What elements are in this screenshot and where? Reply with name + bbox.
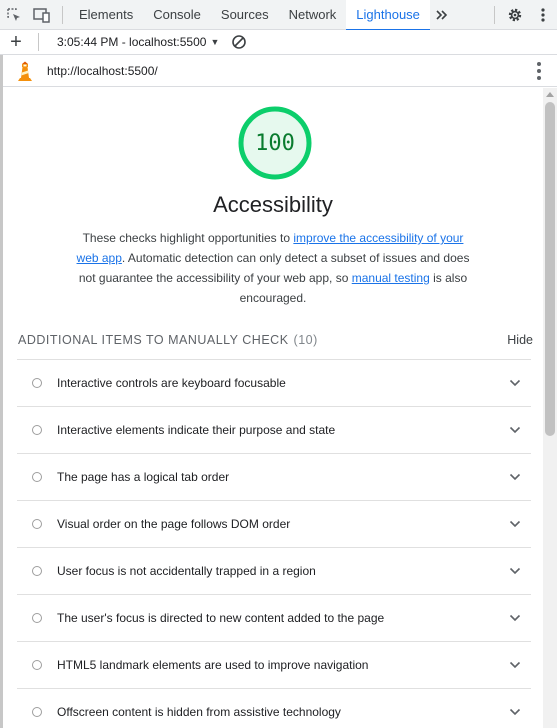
tab-console[interactable]: Console: [143, 0, 211, 30]
manual-check-icon: [32, 425, 42, 435]
chevron-down-icon[interactable]: [509, 473, 521, 481]
toolbar-separator: [494, 5, 495, 24]
settings-icon[interactable]: [501, 0, 529, 30]
report-url: http://localhost:5500/: [47, 63, 158, 78]
hide-button[interactable]: Hide: [507, 333, 533, 347]
manual-checks-group-header[interactable]: ADDITIONAL ITEMS TO MANUALLY CHECK (10) …: [18, 328, 533, 352]
audit-title: HTML5 landmark elements are used to impr…: [57, 658, 369, 672]
scrollbar-thumb[interactable]: [545, 102, 555, 436]
caret-down-icon: ▼: [210, 37, 220, 47]
scroll-up-arrow-icon[interactable]: [546, 92, 554, 97]
audit-row[interactable]: The user's focus is directed to new cont…: [17, 594, 531, 641]
manual-check-icon: [32, 472, 42, 482]
manual-check-icon: [32, 613, 42, 623]
manual-check-icon: [32, 707, 42, 717]
tab-elements[interactable]: Elements: [69, 0, 143, 30]
chevron-down-icon[interactable]: [509, 426, 521, 434]
audit-row[interactable]: Visual order on the page follows DOM ord…: [17, 500, 531, 547]
audit-title: The page has a logical tab order: [57, 470, 230, 484]
more-tabs-icon[interactable]: [430, 0, 454, 30]
audit-title: The user's focus is directed to new cont…: [57, 611, 385, 625]
audit-title: Offscreen content is hidden from assisti…: [57, 705, 341, 719]
manual-check-icon: [32, 519, 42, 529]
manual-check-icon: [32, 378, 42, 388]
manual-check-icon: [32, 660, 42, 670]
group-count: (10): [293, 333, 318, 347]
tab-network[interactable]: Network: [279, 0, 347, 30]
audit-title: User focus is not accidentally trapped i…: [57, 564, 316, 578]
description-text: These checks highlight opportunities to: [82, 231, 294, 245]
audit-list: Interactive controls are keyboard focusa…: [17, 359, 531, 728]
chevron-down-icon[interactable]: [509, 520, 521, 528]
device-toggle-icon[interactable]: [28, 0, 56, 30]
report-selector-label: 3:05:44 PM - localhost:5500: [57, 35, 207, 49]
tab-sources[interactable]: Sources: [211, 0, 279, 30]
audit-title: Interactive controls are keyboard focusa…: [57, 376, 286, 390]
new-report-icon[interactable]: +: [0, 31, 32, 53]
audit-row[interactable]: The page has a logical tab order: [17, 453, 531, 500]
kebab-menu-icon[interactable]: [529, 0, 557, 30]
chevron-down-icon[interactable]: [509, 567, 521, 575]
audit-row[interactable]: User focus is not accidentally trapped i…: [17, 547, 531, 594]
report-selector[interactable]: 3:05:44 PM - localhost:5500 ▼: [45, 35, 219, 49]
audit-row[interactable]: Offscreen content is hidden from assisti…: [17, 688, 531, 728]
scrollbar[interactable]: [543, 88, 557, 728]
manual-testing-link[interactable]: manual testing: [352, 271, 430, 285]
tab-lighthouse[interactable]: Lighthouse: [346, 0, 430, 31]
clear-all-icon[interactable]: [231, 34, 247, 50]
report-url-bar: http://localhost:5500/: [3, 55, 557, 87]
report-menu-icon[interactable]: [537, 61, 541, 80]
inspect-icon[interactable]: [0, 0, 28, 30]
lighthouse-report: 100 Accessibility These checks highlight…: [3, 88, 543, 728]
toolbar-separator: [38, 33, 39, 51]
score-value: 100: [255, 130, 295, 156]
devtools-tabbar: Elements Console Sources Network Lightho…: [0, 0, 557, 31]
audit-row[interactable]: HTML5 landmark elements are used to impr…: [17, 641, 531, 688]
category-title: Accessibility: [213, 192, 333, 217]
audit-title: Interactive elements indicate their purp…: [57, 423, 336, 437]
audit-row[interactable]: Interactive controls are keyboard focusa…: [17, 359, 531, 406]
tab-separator: [62, 5, 63, 24]
group-title: ADDITIONAL ITEMS TO MANUALLY CHECK: [18, 333, 289, 347]
chevron-down-icon[interactable]: [509, 379, 521, 387]
audit-row[interactable]: Interactive elements indicate their purp…: [17, 406, 531, 453]
audit-title: Visual order on the page follows DOM ord…: [57, 517, 291, 531]
lighthouse-toolbar: + 3:05:44 PM - localhost:5500 ▼: [0, 30, 557, 55]
chevron-down-icon[interactable]: [509, 708, 521, 716]
manual-check-icon: [32, 566, 42, 576]
chevron-down-icon[interactable]: [509, 614, 521, 622]
category-description: These checks highlight opportunities to …: [73, 228, 473, 308]
chevron-down-icon[interactable]: [509, 661, 521, 669]
lighthouse-logo-icon: [18, 61, 32, 81]
